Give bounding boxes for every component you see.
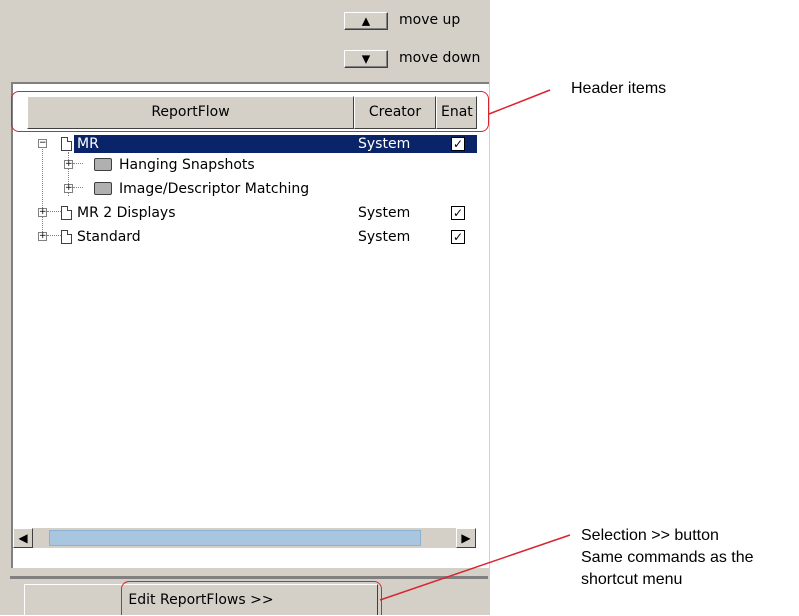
selection-annotation-line3: shortcut menu bbox=[581, 571, 683, 588]
header-leader-line bbox=[488, 89, 551, 115]
selection-annotation-line2: Same commands as the bbox=[581, 549, 754, 566]
callout-leader-lines bbox=[379, 89, 571, 601]
selection-leader-line bbox=[379, 534, 571, 601]
selection-annotation-line1: Selection >> button bbox=[581, 527, 719, 544]
header-items-annotation: Header items bbox=[571, 80, 667, 97]
